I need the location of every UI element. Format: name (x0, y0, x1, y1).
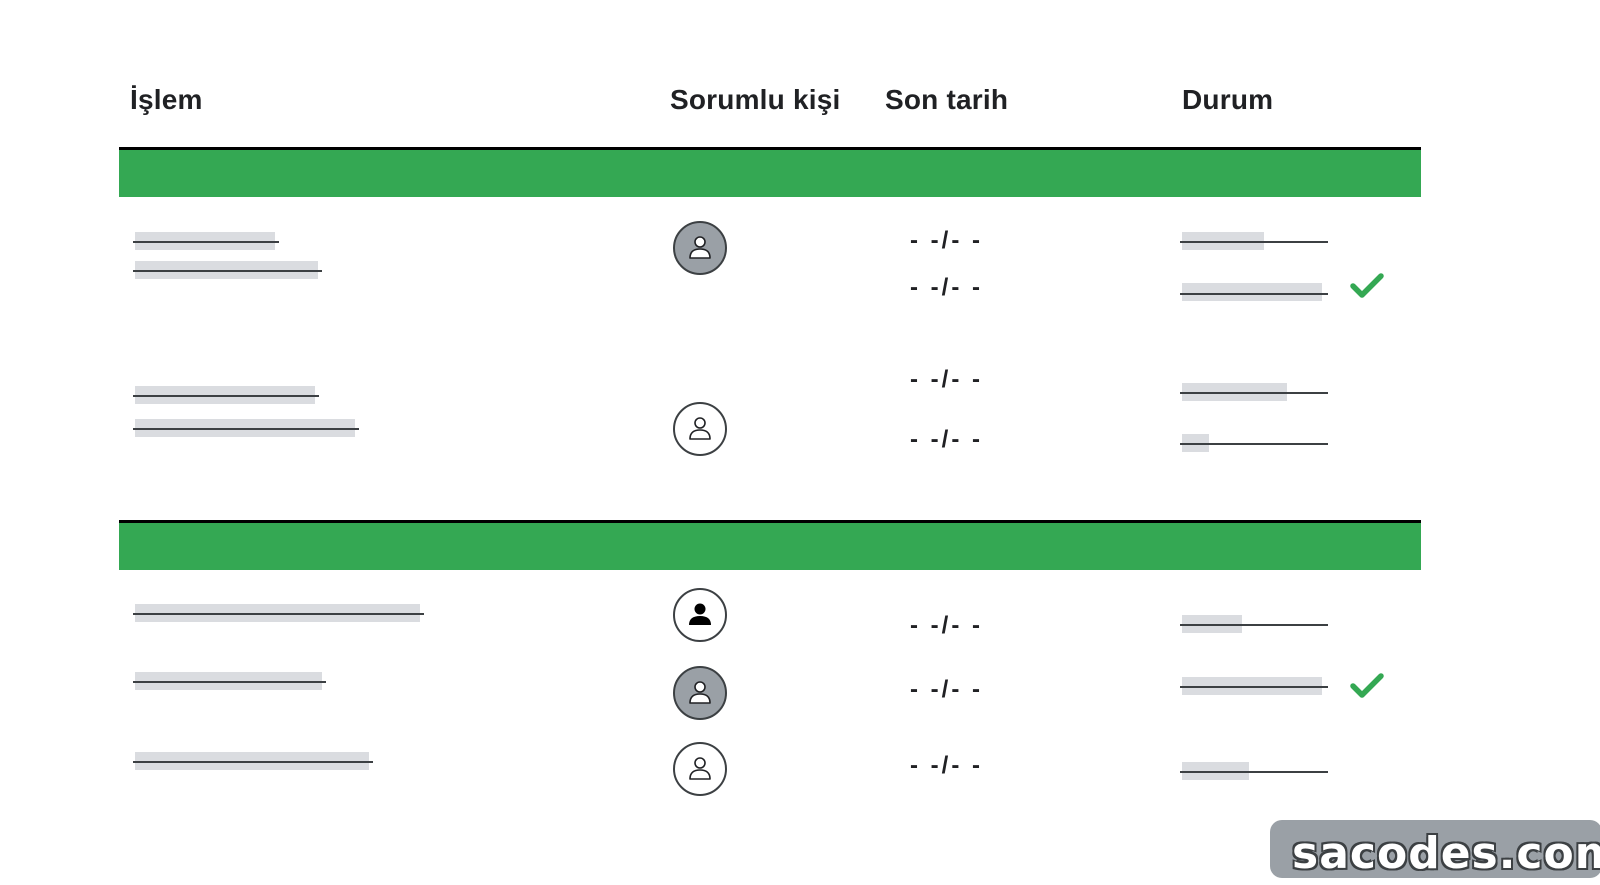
group-header-band (119, 147, 1421, 197)
person-icon (689, 681, 711, 704)
due-date: - -/- - (910, 612, 983, 639)
column-header-due-date: Son tarih (885, 84, 1009, 115)
action-text-placeholder (133, 604, 424, 622)
check-icon (1350, 273, 1384, 298)
action-text-placeholder (133, 261, 322, 279)
column-header-action: İşlem (130, 84, 203, 115)
due-date: - -/- - (910, 227, 983, 254)
owner-avatar[interactable] (673, 402, 727, 456)
action-text-placeholder (133, 672, 326, 690)
person-icon (689, 757, 711, 780)
owner-avatar[interactable] (673, 221, 727, 275)
due-date: - -/- - (910, 366, 983, 393)
group-header-band (119, 520, 1421, 570)
owner-avatar[interactable] (673, 666, 727, 720)
person-icon (689, 417, 711, 440)
person-icon (689, 236, 711, 259)
due-date: - -/- - (910, 676, 983, 703)
person-icon (689, 603, 711, 625)
column-header-owner: Sorumlu kişi (670, 84, 841, 115)
check-icon (1350, 673, 1384, 698)
owner-avatar[interactable] (673, 588, 727, 642)
due-date: - -/- - (910, 274, 983, 301)
due-date: - -/- - (910, 426, 983, 453)
column-header-status: Durum (1182, 84, 1274, 115)
due-date: - -/- - (910, 752, 983, 779)
action-text-placeholder (133, 419, 359, 437)
owner-avatar[interactable] (673, 742, 727, 796)
action-text-placeholder (133, 232, 279, 250)
watermark-text: sacodes.com (1292, 828, 1600, 879)
action-text-placeholder (133, 386, 319, 404)
action-text-placeholder (133, 752, 373, 770)
watermark: sacodes.com (1270, 820, 1600, 879)
